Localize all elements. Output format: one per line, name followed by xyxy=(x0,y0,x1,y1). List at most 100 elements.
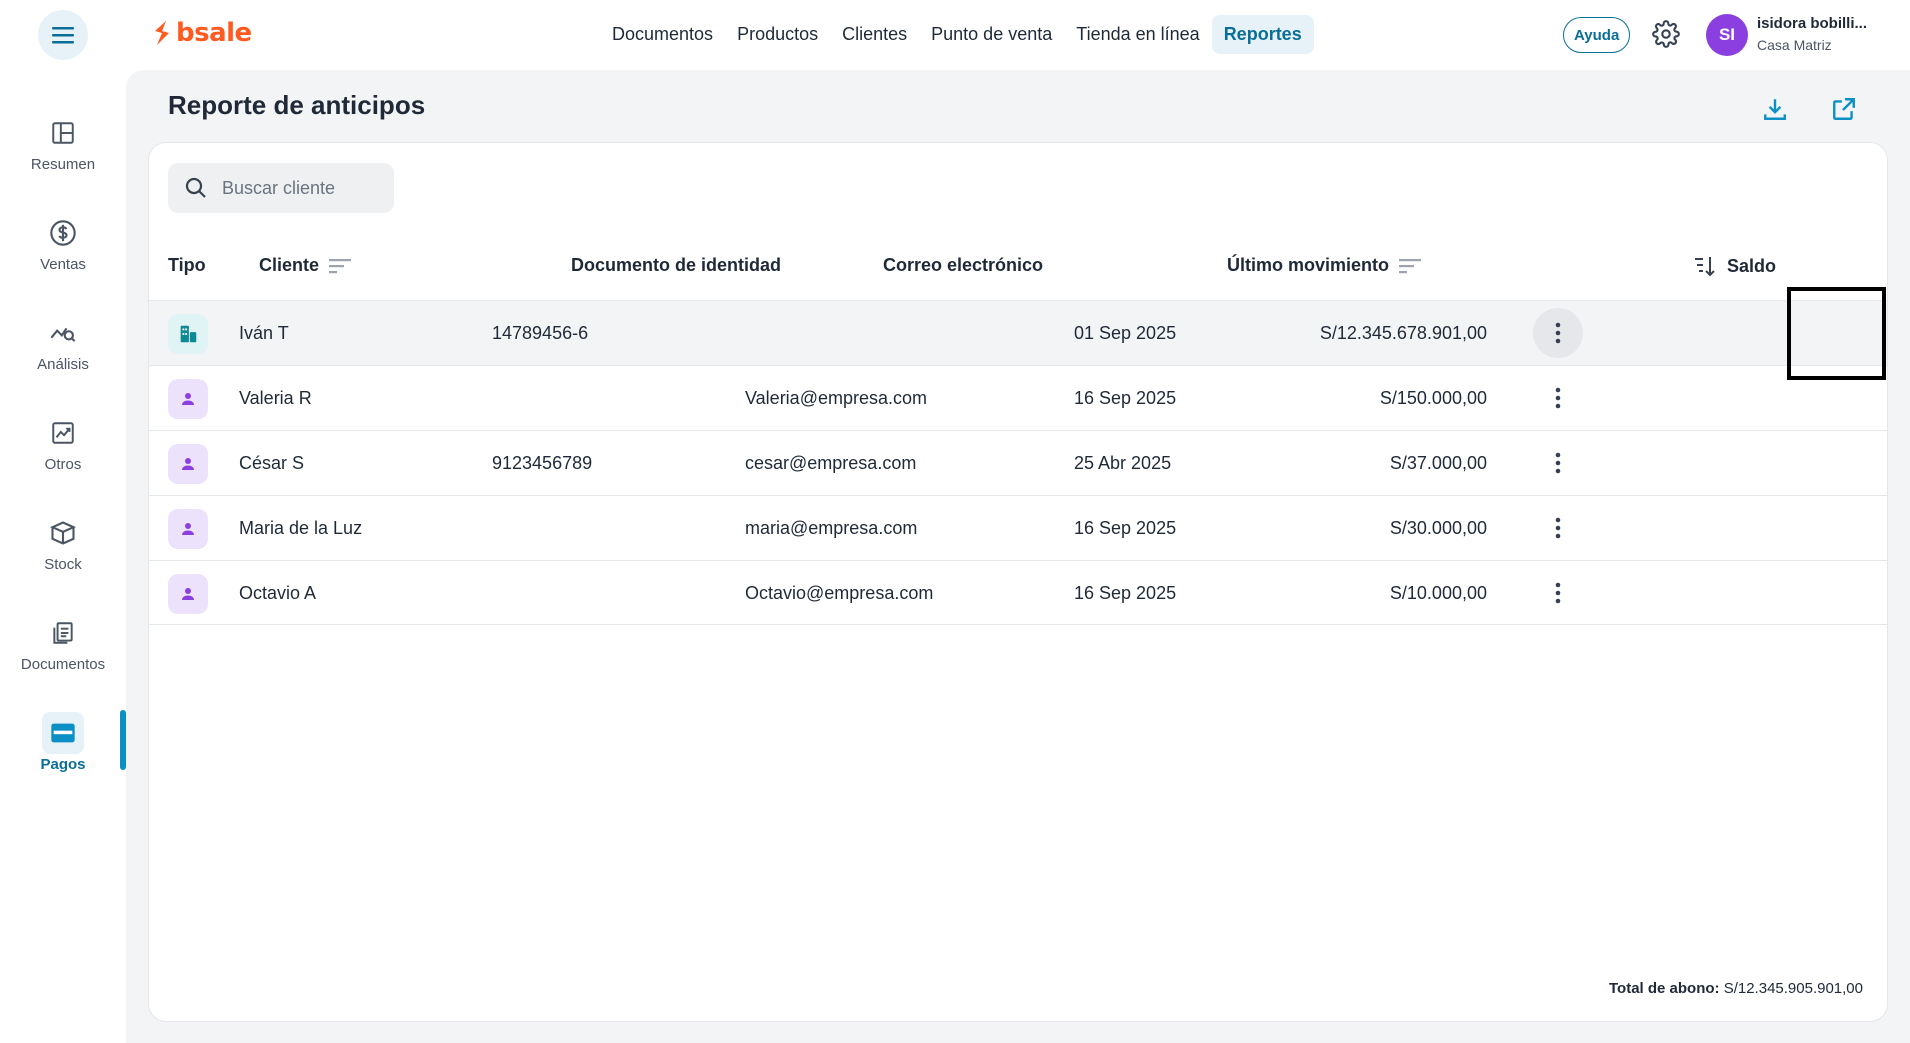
sidebar-item-otros[interactable]: Otros xyxy=(0,412,126,473)
settings-button[interactable] xyxy=(1652,20,1680,53)
help-button[interactable]: Ayuda xyxy=(1563,17,1631,53)
sidebar: Resumen Ventas Análisis Otros Stock Docu… xyxy=(0,70,126,1043)
download-button[interactable] xyxy=(1758,92,1792,126)
sidebar-label-resumen: Resumen xyxy=(30,156,96,173)
row-actions-button[interactable] xyxy=(1533,568,1583,618)
sidebar-item-documentos[interactable]: Documentos xyxy=(0,612,126,673)
nav-documentos[interactable]: Documentos xyxy=(600,15,725,54)
column-label: Tipo xyxy=(168,255,206,275)
email: maria@empresa.com xyxy=(745,518,918,538)
brand-name: bsale xyxy=(176,18,252,48)
search-box xyxy=(168,163,394,213)
balance: S/30.000,00 xyxy=(1389,518,1487,538)
person-type-badge xyxy=(168,443,208,484)
total-value: S/12.345.905.901,00 xyxy=(1723,980,1863,997)
page-title: Reporte de anticipos xyxy=(168,90,426,120)
trend-chart-icon xyxy=(52,422,74,444)
nav-clientes[interactable]: Clientes xyxy=(830,15,919,54)
gear-icon xyxy=(1652,20,1680,48)
company-type-badge xyxy=(168,313,208,354)
sidebar-item-analisis[interactable]: Análisis xyxy=(0,312,126,373)
sidebar-label-ventas: Ventas xyxy=(40,256,86,273)
card-icon xyxy=(51,723,75,743)
more-vertical-icon xyxy=(1555,452,1561,474)
email: Valeria@empresa.com xyxy=(745,388,928,408)
menu-button[interactable] xyxy=(38,10,88,60)
sort-icon[interactable] xyxy=(1399,257,1423,275)
client-name: Octavio A xyxy=(239,583,317,603)
column-correo: Correo electrónico xyxy=(883,255,1043,276)
column-saldo[interactable]: Saldo xyxy=(1693,255,1776,277)
report-card: Tipo Cliente Documento de identidad Corr… xyxy=(148,142,1888,1022)
sidebar-item-resumen[interactable]: Resumen xyxy=(0,112,126,173)
sort-descending-icon[interactable] xyxy=(1693,255,1717,277)
sidebar-label-analisis: Análisis xyxy=(37,356,89,373)
table-row[interactable]: Maria de la Luz maria@empresa.com 16 Sep… xyxy=(149,495,1887,560)
person-icon xyxy=(182,522,194,535)
row-actions-button[interactable] xyxy=(1533,503,1583,553)
open-external-button[interactable] xyxy=(1827,92,1861,126)
more-vertical-icon xyxy=(1555,387,1561,409)
balance: S/12.345.678.901,00 xyxy=(1319,323,1487,343)
user-avatar[interactable]: SI xyxy=(1706,14,1748,56)
table-row[interactable]: César S 9123456789 cesar@empresa.com 25 … xyxy=(149,430,1887,495)
analytics-icon xyxy=(50,327,76,342)
column-label: Cliente xyxy=(259,255,320,275)
client-name: César S xyxy=(239,453,305,473)
box-icon xyxy=(49,521,77,545)
identity-document: 14789456-6 xyxy=(492,323,589,343)
column-cliente[interactable]: Cliente xyxy=(259,255,353,276)
sidebar-item-stock[interactable]: Stock xyxy=(0,512,126,573)
table-row[interactable]: Iván T 14789456-6 01 Sep 2025 S/12.345.6… xyxy=(149,300,1887,365)
brand-logo[interactable]: bsale xyxy=(152,18,252,48)
person-type-badge xyxy=(168,573,208,614)
nav-reportes[interactable]: Reportes xyxy=(1211,15,1314,54)
nav-punto-de-venta[interactable]: Punto de venta xyxy=(919,15,1064,54)
main-content: Reporte de anticipos Tipo Cliente Docume… xyxy=(126,70,1910,1043)
sidebar-item-ventas[interactable]: Ventas xyxy=(0,212,126,273)
column-ultimo-movimiento[interactable]: Último movimiento xyxy=(1227,255,1423,276)
dollar-circle-icon xyxy=(50,220,76,246)
last-movement: 16 Sep 2025 xyxy=(1074,388,1177,408)
user-branch: Casa Matriz xyxy=(1757,37,1832,53)
column-label: Correo electrónico xyxy=(883,255,1044,275)
person-icon xyxy=(182,587,194,600)
row-actions-button[interactable] xyxy=(1533,308,1583,358)
more-vertical-icon xyxy=(1555,582,1561,604)
balance: S/150.000,00 xyxy=(1379,388,1487,408)
user-name[interactable]: isidora bobilli... xyxy=(1757,15,1897,32)
sidebar-label-otros: Otros xyxy=(44,456,82,473)
layout-icon xyxy=(52,122,74,144)
search-input[interactable] xyxy=(222,177,382,199)
more-vertical-icon xyxy=(1555,517,1561,539)
column-label: Último movimiento xyxy=(1227,255,1390,275)
email: cesar@empresa.com xyxy=(745,453,917,473)
person-type-badge xyxy=(168,378,208,419)
download-icon xyxy=(1764,99,1786,120)
identity-document: 9123456789 xyxy=(492,453,593,473)
external-link-icon xyxy=(1833,98,1855,120)
row-actions-button[interactable] xyxy=(1533,438,1583,488)
last-movement: 25 Abr 2025 xyxy=(1074,453,1172,473)
balance: S/37.000,00 xyxy=(1389,453,1487,473)
last-movement: 16 Sep 2025 xyxy=(1074,518,1177,538)
sidebar-label-documentos: Documentos xyxy=(20,656,106,673)
client-name: Iván T xyxy=(239,323,289,343)
nav-tienda-en-linea[interactable]: Tienda en línea xyxy=(1064,15,1211,54)
table-row[interactable]: Valeria R Valeria@empresa.com 16 Sep 202… xyxy=(149,365,1887,430)
person-icon xyxy=(182,457,194,470)
person-type-badge xyxy=(168,508,208,549)
sort-icon[interactable] xyxy=(329,257,353,275)
total-summary: Total de abono: S/12.345.905.901,00 xyxy=(1609,980,1863,997)
building-icon xyxy=(180,325,197,342)
email: Octavio@empresa.com xyxy=(745,583,934,603)
sidebar-item-pagos[interactable]: Pagos xyxy=(0,712,126,773)
client-name: Valeria R xyxy=(239,388,312,408)
table-row[interactable]: Octavio A Octavio@empresa.com 16 Sep 202… xyxy=(149,560,1887,625)
nav-productos[interactable]: Productos xyxy=(725,15,830,54)
column-label: Saldo xyxy=(1727,255,1777,276)
row-actions-button[interactable] xyxy=(1533,373,1583,423)
sidebar-label-stock: Stock xyxy=(44,556,82,573)
column-documento: Documento de identidad xyxy=(571,255,781,276)
documents-icon xyxy=(53,622,73,644)
